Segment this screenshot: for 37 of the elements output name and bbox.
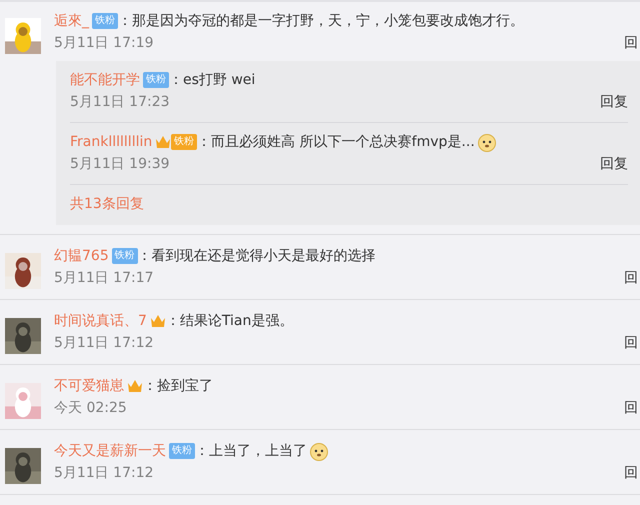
crown-icon [155,134,172,148]
fan-badge: 铁粉 [169,442,195,458]
user-name[interactable]: 时间说真话、7 [54,312,147,330]
comment-time: 5月11日 17:12 [54,464,154,482]
reply-link[interactable]: 回复 [600,155,628,173]
fan-badge: 铁粉 [171,134,198,150]
comment-time: 5月11日 17:17 [54,269,154,287]
fan-badge: 铁粉 [143,72,169,88]
reply-time: 5月11日 17:23 [70,93,170,111]
user-name[interactable]: 今天又是薪新一天 [54,442,166,460]
reply-text: ：es打野 wei [169,70,256,88]
reply-text: ：而且必须姓高 所以下一个总决赛fmvp是... [197,132,475,150]
reply-time: 5月11日 19:39 [70,155,170,173]
more-replies-link[interactable]: 共13条回复 [70,196,144,212]
fan-badge: 铁粉 [112,248,138,264]
reply-link[interactable]: 回复 [600,93,628,111]
comment-time: 今天 02:25 [54,399,127,417]
reply-link[interactable]: 回 [624,269,638,287]
user-name[interactable]: 幻韫765 [54,246,109,264]
comment-text: ：上当了，上当了 [195,442,307,460]
reply-link[interactable]: 回 [624,464,638,482]
reply-link[interactable]: 回 [624,334,638,352]
user-name[interactable]: Frankllllllllin [70,134,152,150]
reply-link[interactable]: 回 [624,399,638,417]
comment-text: ：看到现在还是觉得小天是最好的选择 [138,246,376,264]
user-name[interactable]: 能不能开学 [70,70,140,88]
comment-text: ：捡到宝了 [143,376,213,394]
reply-link[interactable]: 回 [624,34,638,52]
crown-icon [127,378,143,392]
comment-text: ：那是因为夺冠的都是一字打野，天，宁，小笼包要改成饱才行。 [118,12,524,30]
crown-icon [150,314,166,328]
fan-badge: 铁粉 [92,12,118,28]
comment-time: 5月11日 17:12 [54,334,154,352]
user-name[interactable]: 不可爱猫崽 [54,376,124,394]
user-name[interactable]: 逅來_ [54,12,89,30]
comment-text: ：结果论Tian是强。 [166,312,294,330]
comment-time: 5月11日 17:19 [54,34,154,52]
